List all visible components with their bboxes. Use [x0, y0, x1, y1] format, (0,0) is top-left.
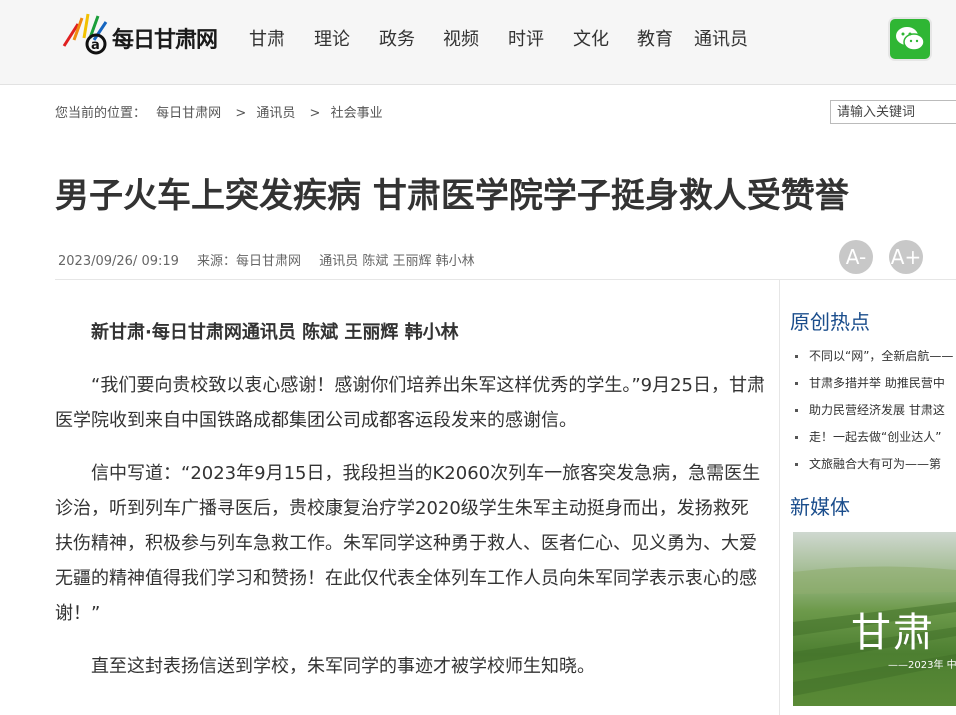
breadcrumb-item-home[interactable]: 每日甘肃网	[156, 106, 221, 121]
new-media-heading: 新媒体	[790, 495, 850, 519]
nav-item-gansu[interactable]: 甘肃	[249, 25, 285, 51]
nav-item-theory[interactable]: 理论	[314, 25, 350, 51]
column-divider	[779, 280, 780, 715]
svg-text:a: a	[91, 38, 100, 53]
meta-divider	[55, 279, 956, 280]
logo-mark-icon: a	[62, 13, 108, 55]
search-input[interactable]	[830, 100, 956, 124]
article-meta: 2023/09/26/ 09:19 来源：每日甘肃网 通讯员 陈斌 王丽辉 韩小…	[58, 250, 489, 269]
hot-topics-heading: 原创热点	[790, 310, 870, 334]
media-subcaption: ——2023年 中	[888, 660, 956, 671]
breadcrumb-separator: >	[309, 106, 321, 121]
hot-topic-item[interactable]: 不同以“网”，全新启航——	[793, 350, 956, 363]
site-logo[interactable]: a 每日甘肃网	[60, 10, 235, 56]
nav-item-government[interactable]: 政务	[379, 25, 415, 51]
nav-item-correspondent[interactable]: 通讯员	[694, 25, 748, 51]
breadcrumb-item-social[interactable]: 社会事业	[331, 106, 383, 121]
hot-topic-item[interactable]: 文旅融合大有可为——第	[793, 458, 956, 471]
nav-item-video[interactable]: 视频	[443, 25, 479, 51]
wechat-icon	[896, 27, 925, 51]
site-name: 每日甘肃网	[112, 28, 218, 53]
hot-topic-item[interactable]: 走！一起去做“创业达人”	[793, 431, 956, 444]
nav-item-education[interactable]: 教育	[637, 25, 673, 51]
article-source: 来源：每日甘肃网	[197, 254, 302, 269]
new-media-image[interactable]: 甘肃 ——2023年 中	[793, 532, 956, 706]
breadcrumb-prefix: 您当前的位置：	[55, 106, 147, 121]
article-paragraph: 直至这封表扬信送到学校，朱军同学的事迹才被学校师生知晓。	[91, 656, 595, 677]
article-title: 男子火车上突发疾病 甘肃医学院学子挺身救人受赞誉	[55, 176, 849, 216]
article-body: 新甘肃·每日甘肃网通讯员 陈斌 王丽辉 韩小林 “我们要向贵校致以衷心感谢！感谢…	[55, 315, 765, 702]
breadcrumb-item-correspondent[interactable]: 通讯员	[256, 106, 295, 121]
article-paragraph: 信中写道：“2023年9月15日，我段担当的K2060次列车一旅客突发急病，急需…	[55, 463, 761, 624]
hot-topics-list: 不同以“网”，全新启航—— 甘肃多措并举 助推民营中 助力民营经济发展 甘肃这 …	[793, 350, 956, 485]
breadcrumb: 您当前的位置： 每日甘肃网 > 通讯员 > 社会事业	[55, 102, 389, 121]
article-authors: 通讯员 陈斌 王丽辉 韩小林	[319, 254, 475, 269]
hot-topic-item[interactable]: 甘肃多措并举 助推民营中	[793, 377, 956, 390]
media-caption: 甘肃	[851, 610, 935, 656]
font-decrease-button[interactable]: A-	[839, 240, 873, 274]
wechat-button[interactable]	[890, 19, 930, 59]
nav-item-commentary[interactable]: 时评	[508, 25, 544, 51]
top-header: a 每日甘肃网 甘肃 理论 政务 视频 时评 文化 教育 通讯员	[0, 0, 956, 85]
font-increase-button[interactable]: A+	[889, 240, 923, 274]
article-paragraph: 新甘肃·每日甘肃网通讯员 陈斌 王丽辉 韩小林	[91, 322, 459, 343]
article-paragraph: “我们要向贵校致以衷心感谢！感谢你们培养出朱军这样优秀的学生。”9月25日，甘肃…	[55, 375, 766, 431]
breadcrumb-separator: >	[235, 106, 247, 121]
article-date: 2023/09/26/ 09:19	[58, 254, 179, 269]
nav-item-culture[interactable]: 文化	[573, 25, 609, 51]
hot-topic-item[interactable]: 助力民营经济发展 甘肃这	[793, 404, 956, 417]
